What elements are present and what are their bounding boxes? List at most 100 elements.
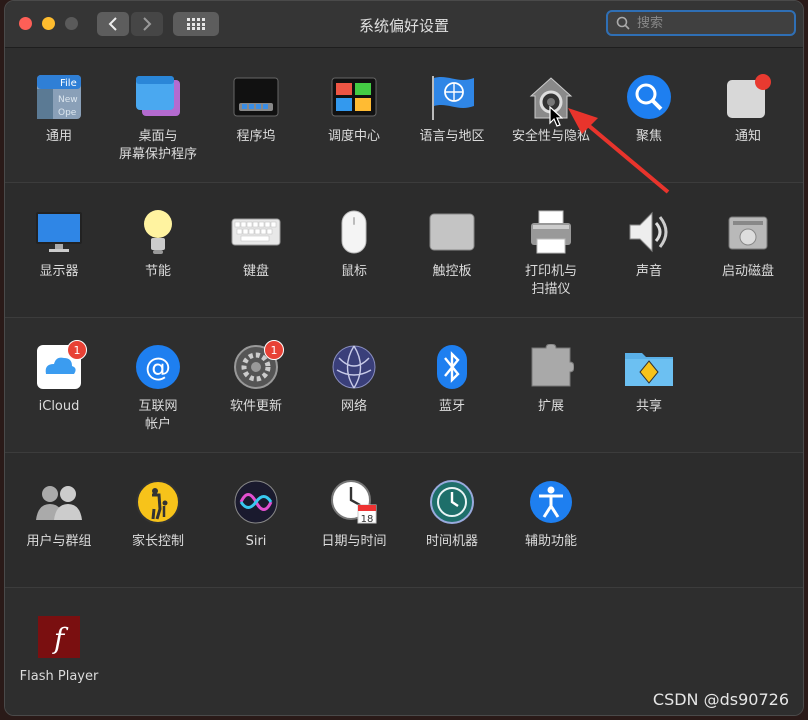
pref-item-parental-controls[interactable]: 家长控制 <box>109 477 207 551</box>
pref-item-flash-player[interactable]: f Flash Player <box>10 612 108 686</box>
pref-item-label: 网络 <box>340 399 367 414</box>
pref-item-label: 通知 <box>734 129 761 144</box>
pref-item-displays[interactable]: 显示器 <box>10 207 108 281</box>
pref-item-label: 时间机器 <box>425 534 478 549</box>
bluetooth-icon <box>427 342 477 392</box>
mouse-cursor <box>549 106 563 127</box>
flash-player-icon: f <box>34 612 84 662</box>
startup-disk-icon <box>723 207 773 257</box>
displays-icon <box>34 207 84 257</box>
notification-badge: 1 <box>67 340 87 360</box>
general-icon: File New Ope <box>34 72 84 122</box>
search-box[interactable] <box>606 10 796 36</box>
date-time-icon: 18 <box>329 477 379 527</box>
language-region-icon <box>427 72 477 122</box>
pref-item-time-machine[interactable]: 时间机器 <box>403 477 501 551</box>
notifications-icon <box>723 72 773 122</box>
pref-item-trackpad[interactable]: 触控板 <box>403 207 501 281</box>
pref-item-energy-saver[interactable]: 节能 <box>109 207 207 281</box>
pref-item-notifications[interactable]: 通知 <box>699 72 797 146</box>
pref-item-siri[interactable]: Siri <box>207 477 305 551</box>
pref-item-label: 显示器 <box>39 264 79 279</box>
preferences-grid: File New Ope 通用 桌面与 屏幕保护程序 程序坞 调度中心 语言与地区 安全性与隐私… <box>5 48 803 715</box>
pref-item-keyboard[interactable]: 键盘 <box>207 207 305 281</box>
internet-accounts-icon: @ <box>133 342 183 392</box>
pref-item-internet-accounts[interactable]: @ 互联网 帐户 <box>109 342 207 434</box>
pref-item-language-region[interactable]: 语言与地区 <box>403 72 501 146</box>
pref-item-accessibility[interactable]: 辅助功能 <box>502 477 600 551</box>
svg-text:18: 18 <box>361 514 374 525</box>
pref-item-label: 键盘 <box>242 264 269 279</box>
pref-item-label: 调度中心 <box>327 129 380 144</box>
preferences-row-3: 1 iCloud @ 互联网 帐户 1 软件更新 网络 蓝牙 扩展 共享 <box>5 318 803 453</box>
pref-item-label: 扩展 <box>537 399 564 414</box>
sound-icon <box>624 207 674 257</box>
pref-item-mouse[interactable]: 鼠标 <box>305 207 403 281</box>
pref-item-label: 通用 <box>45 129 72 144</box>
pref-item-label: 打印机与 扫描仪 <box>524 264 577 297</box>
svg-text:File: File <box>60 78 77 89</box>
pref-item-label: 语言与地区 <box>419 129 485 144</box>
trackpad-icon <box>427 207 477 257</box>
pref-item-extensions[interactable]: 扩展 <box>502 342 600 416</box>
svg-text:New: New <box>58 95 78 105</box>
svg-text:Ope: Ope <box>58 108 77 118</box>
pref-item-mission-control[interactable]: 调度中心 <box>305 72 403 146</box>
pref-item-label: Flash Player <box>19 669 99 684</box>
parental-controls-icon <box>133 477 183 527</box>
search-icon <box>616 16 630 30</box>
printer-icon <box>526 207 576 257</box>
preferences-row-4: 用户与群组 家长控制 Siri 18 日期与时间 时间机器 辅助功能 <box>5 453 803 588</box>
pref-item-label: 共享 <box>635 399 662 414</box>
mission-control-icon <box>329 72 379 122</box>
title-bar: 系统偏好设置 <box>5 1 803 48</box>
pref-item-label: 节能 <box>144 264 171 279</box>
svg-text:@: @ <box>145 353 171 383</box>
watermark: CSDN @ds90726 <box>652 690 789 709</box>
notification-badge: 1 <box>264 340 284 360</box>
search-input[interactable] <box>635 14 789 32</box>
pref-item-label: Siri <box>245 534 267 549</box>
pref-item-icloud[interactable]: 1 iCloud <box>10 340 108 416</box>
pref-item-label: 声音 <box>635 264 662 279</box>
dock-icon <box>231 72 281 122</box>
users-groups-icon <box>34 477 84 527</box>
software-update-icon: 1 <box>231 340 284 392</box>
pref-item-label: 用户与群组 <box>26 534 92 549</box>
preferences-row-2: 显示器 节能 键盘 鼠标 触控板 打印机与 扫描仪 声音 启动磁盘 <box>5 183 803 318</box>
pref-item-desktop-screensaver[interactable]: 桌面与 屏幕保护程序 <box>109 72 207 164</box>
sharing-icon <box>624 342 674 392</box>
pref-item-network[interactable]: 网络 <box>305 342 403 416</box>
pref-item-bluetooth[interactable]: 蓝牙 <box>403 342 501 416</box>
time-machine-icon <box>427 477 477 527</box>
system-preferences-window: 系统偏好设置 File New Ope 通用 桌面与 屏幕保护程序 程序坞 调度中心 语言与地… <box>4 0 804 716</box>
pref-item-label: 程序坞 <box>236 129 276 144</box>
pref-item-startup-disk[interactable]: 启动磁盘 <box>699 207 797 281</box>
pref-item-users-groups[interactable]: 用户与群组 <box>10 477 108 551</box>
extensions-icon <box>526 342 576 392</box>
pref-item-sharing[interactable]: 共享 <box>600 342 698 416</box>
pref-item-label: 互联网 帐户 <box>138 399 178 432</box>
desktop-screensaver-icon <box>133 72 183 122</box>
pref-item-dock[interactable]: 程序坞 <box>207 72 305 146</box>
pref-item-label: 触控板 <box>432 264 472 279</box>
pref-item-label: iCloud <box>38 399 80 414</box>
keyboard-icon <box>231 207 281 257</box>
icloud-icon: 1 <box>34 340 87 392</box>
accessibility-icon <box>526 477 576 527</box>
pref-item-label: 软件更新 <box>229 399 282 414</box>
pref-item-label: 日期与时间 <box>321 534 387 549</box>
pref-item-printer[interactable]: 打印机与 扫描仪 <box>502 207 600 299</box>
siri-icon <box>231 477 281 527</box>
network-icon <box>329 342 379 392</box>
pref-item-label: 桌面与 屏幕保护程序 <box>118 129 197 162</box>
pref-item-label: 蓝牙 <box>438 399 465 414</box>
pref-item-general[interactable]: File New Ope 通用 <box>10 72 108 146</box>
energy-saver-icon <box>133 207 183 257</box>
pref-item-date-time[interactable]: 18 日期与时间 <box>305 477 403 551</box>
pref-item-label: 辅助功能 <box>524 534 577 549</box>
pref-item-label: 启动磁盘 <box>721 264 774 279</box>
pref-item-sound[interactable]: 声音 <box>600 207 698 281</box>
preferences-row-1: File New Ope 通用 桌面与 屏幕保护程序 程序坞 调度中心 语言与地区 安全性与隐私… <box>5 48 803 183</box>
pref-item-software-update[interactable]: 1 软件更新 <box>207 340 305 416</box>
